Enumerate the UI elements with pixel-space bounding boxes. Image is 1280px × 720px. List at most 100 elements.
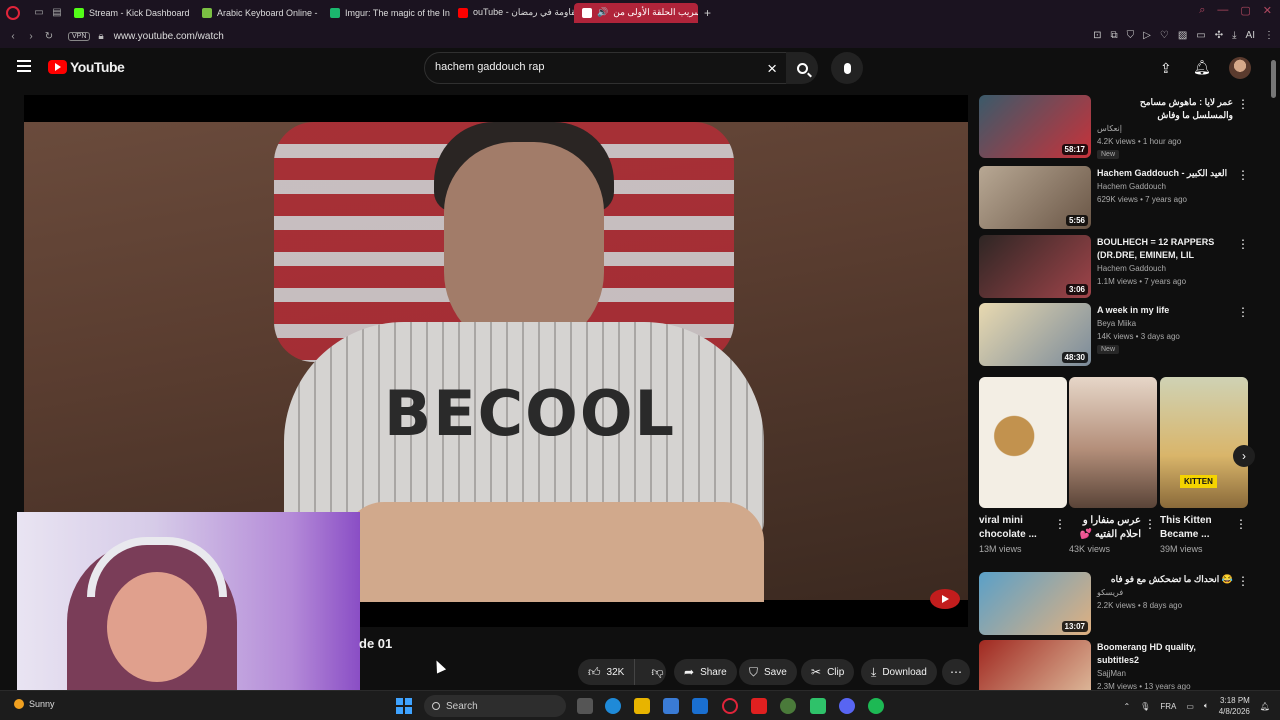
- url-field[interactable]: www.youtube.com/watch: [114, 31, 224, 42]
- store-icon[interactable]: [663, 698, 679, 714]
- short-thumbnail[interactable]: [979, 377, 1067, 508]
- recommendation-item[interactable]: 48:30 A week in my life Beya Miika 14K v…: [979, 303, 1249, 367]
- file-explorer-icon[interactable]: [634, 698, 650, 714]
- account-avatar[interactable]: [1229, 57, 1251, 79]
- outlook-icon[interactable]: [692, 698, 708, 714]
- tab-imgur[interactable]: Imgur: The magic of the In: [322, 3, 450, 23]
- scrollbar-thumb[interactable]: [1271, 60, 1276, 98]
- more-options-icon[interactable]: ⋮: [1237, 97, 1249, 111]
- notification-icon[interactable]: 🔔︎: [1260, 702, 1270, 711]
- xbox-icon[interactable]: [780, 698, 796, 714]
- taskbar-clock[interactable]: 3:18 PM 4/8/2026: [1219, 695, 1250, 717]
- volume-icon[interactable]: 🔈︎: [1204, 701, 1209, 711]
- recommendation-item[interactable]: 5:56 Hachem Gaddouch - العيد الكبير Hach…: [979, 166, 1249, 230]
- hamburger-menu-icon[interactable]: [17, 60, 31, 72]
- language-indicator[interactable]: FRA: [1160, 702, 1176, 711]
- voice-search-button[interactable]: [831, 52, 863, 84]
- channel-name[interactable]: فريسكو: [1097, 588, 1123, 597]
- channel-name[interactable]: Hachem Gaddouch: [1097, 182, 1166, 191]
- workspaces-icon[interactable]: ▭: [30, 7, 48, 18]
- video-thumbnail[interactable]: 48:30: [979, 303, 1091, 366]
- youtube-taskbar-icon[interactable]: [751, 698, 767, 714]
- notifications-bell-icon[interactable]: 🔔︎: [1193, 59, 1211, 76]
- dislike-button[interactable]: 👎︎: [641, 665, 673, 680]
- more-options-icon[interactable]: ⋮: [1237, 574, 1249, 588]
- tab-list-icon[interactable]: ▤: [48, 7, 66, 18]
- clear-search-icon[interactable]: ×: [767, 59, 777, 79]
- task-view-icon[interactable]: [577, 698, 593, 714]
- video-thumbnail[interactable]: [979, 640, 1091, 690]
- page-scrollbar[interactable]: [1271, 60, 1276, 690]
- youtube-watermark-icon[interactable]: [930, 589, 960, 609]
- opera-taskbar-icon[interactable]: [722, 698, 738, 714]
- snapshot-icon[interactable]: ⧉: [1111, 30, 1118, 41]
- channel-name[interactable]: إنعكاس: [1097, 124, 1122, 133]
- short-title[interactable]: عرس منفارا و احلام الفتيه 💕 ...: [1069, 514, 1141, 542]
- channel-name[interactable]: Hachem Gaddouch: [1097, 264, 1166, 273]
- download-button[interactable]: ⤓ Download: [861, 659, 937, 685]
- recommendation-title[interactable]: Hachem Gaddouch - العيد الكبير: [1097, 167, 1233, 180]
- speaker-icon[interactable]: 🔊: [597, 7, 608, 18]
- tab-arabic-keyboard[interactable]: Arabic Keyboard Online -: [194, 3, 322, 23]
- short-item[interactable]: viral mini chocolate ... 13M views ⋮: [979, 377, 1067, 554]
- vpn-badge[interactable]: VPN: [68, 32, 91, 41]
- spotify-icon[interactable]: [868, 698, 884, 714]
- player-icon[interactable]: ▷: [1143, 30, 1151, 41]
- more-options-icon[interactable]: ⋮: [1054, 517, 1066, 531]
- recommendation-item[interactable]: 58:17 عمر لايا : ماهوش مسامح والمسلسل ما…: [979, 95, 1249, 159]
- tab-kick-dashboard[interactable]: Stream - Kick Dashboard: [66, 3, 194, 23]
- recommendation-title[interactable]: A week in my life: [1097, 304, 1233, 317]
- share-button[interactable]: ➦ Share: [674, 659, 737, 685]
- edge-icon[interactable]: [605, 698, 621, 714]
- more-options-icon[interactable]: ⋮: [1237, 305, 1249, 319]
- more-options-icon[interactable]: ⋮: [1144, 517, 1156, 531]
- windows-start-icon[interactable]: [396, 698, 412, 714]
- close-button[interactable]: ✕: [1263, 4, 1272, 17]
- new-tab-button[interactable]: +: [698, 6, 717, 20]
- tab-active-video[interactable]: 🔊 تسريب الحلقة الأولى من: [574, 2, 698, 23]
- back-icon[interactable]: ‹: [4, 31, 22, 42]
- shorts-next-button[interactable]: ›: [1233, 445, 1255, 467]
- network-icon[interactable]: ▭: [1186, 702, 1194, 711]
- channel-name[interactable]: Beya Miika: [1097, 319, 1136, 328]
- channel-name[interactable]: SajjMan: [1097, 669, 1126, 678]
- recommendation-title[interactable]: 😂 انحداك ما تضحكش مع فو فاه: [1097, 573, 1233, 586]
- ai-icon[interactable]: AI: [1246, 30, 1255, 41]
- recommendation-item[interactable]: 13:07 😂 انحداك ما تضحكش مع فو فاه فريسكو…: [979, 572, 1249, 636]
- adblock-icon[interactable]: ⛉: [1127, 30, 1135, 41]
- recommendation-item[interactable]: 3:06 BOULHECH = 12 RAPPERS (DR.DRE, EMIN…: [979, 235, 1249, 299]
- recommendation-title[interactable]: BOULHECH = 12 RAPPERS (DR.DRE, EMINEM, L…: [1097, 236, 1233, 262]
- puzzle-icon[interactable]: ✣: [1215, 30, 1223, 41]
- wallet-icon[interactable]: ▭: [1196, 30, 1205, 41]
- taskbar-search[interactable]: Search: [424, 695, 566, 717]
- discord-icon[interactable]: [839, 698, 855, 714]
- kick-taskbar-icon[interactable]: [810, 698, 826, 714]
- video-thumbnail[interactable]: 5:56: [979, 166, 1091, 229]
- weather-widget[interactable]: Sunny: [14, 699, 55, 709]
- more-options-icon[interactable]: ⋮: [1235, 517, 1247, 531]
- maximize-button[interactable]: ▢: [1240, 4, 1250, 17]
- extension-icon[interactable]: ▨: [1178, 30, 1187, 41]
- more-actions-button[interactable]: ⋯: [942, 659, 970, 685]
- short-title[interactable]: viral mini chocolate ...: [979, 514, 1051, 542]
- video-thumbnail[interactable]: 13:07: [979, 572, 1091, 635]
- short-thumbnail[interactable]: [1069, 377, 1157, 508]
- short-title[interactable]: This Kitten Became ...: [1160, 514, 1232, 542]
- recommendation-title[interactable]: Boomerang HD quality, subtitles2: [1097, 641, 1233, 667]
- recommendation-item[interactable]: Boomerang HD quality, subtitles2 SajjMan…: [979, 640, 1249, 690]
- short-thumbnail[interactable]: KITTEN: [1160, 377, 1248, 508]
- reload-icon[interactable]: ↻: [40, 31, 58, 42]
- download-icon[interactable]: ⤓: [1232, 30, 1236, 41]
- search-input[interactable]: [435, 61, 735, 73]
- menu-icon[interactable]: ⋮: [1264, 30, 1274, 41]
- more-options-icon[interactable]: ⋮: [1237, 237, 1249, 251]
- forward-icon[interactable]: ›: [22, 31, 40, 42]
- bookmark-icon[interactable]: ⊡: [1093, 30, 1101, 41]
- short-item[interactable]: KITTEN This Kitten Became ... 39M views …: [1160, 377, 1248, 554]
- create-upload-icon[interactable]: ⇪: [1160, 60, 1172, 77]
- heart-icon[interactable]: ♡: [1160, 30, 1169, 41]
- tab-youtube-muqawama[interactable]: ouTube - المقاومة في رمضان: [450, 3, 574, 23]
- minimize-button[interactable]: —: [1217, 4, 1228, 17]
- microphone-tray-icon[interactable]: 🎙︎: [1140, 702, 1150, 711]
- opera-logo-icon[interactable]: [6, 5, 20, 20]
